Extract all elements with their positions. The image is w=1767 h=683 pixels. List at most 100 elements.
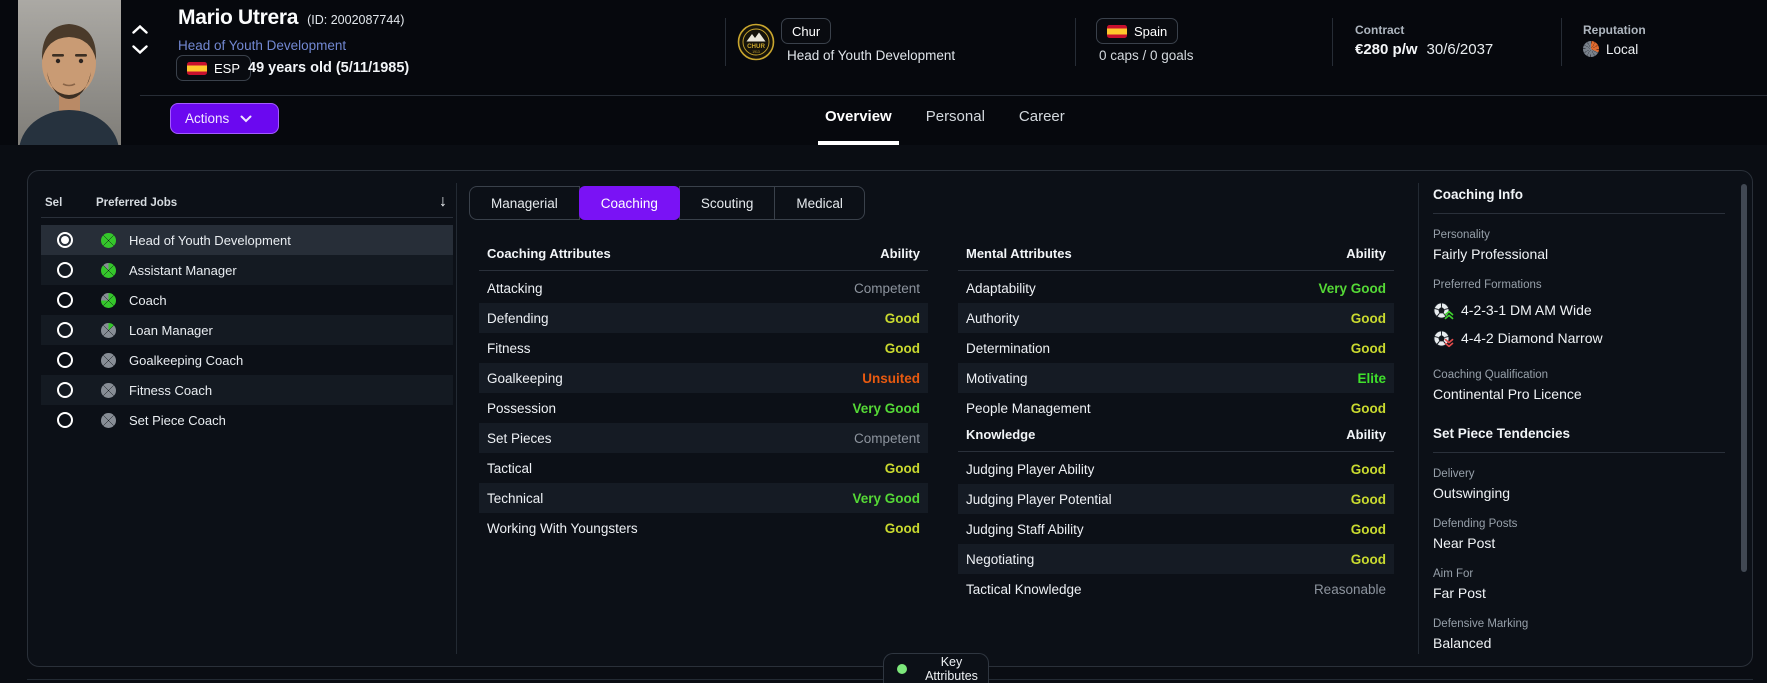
job-label: Loan Manager bbox=[129, 322, 213, 338]
attribute-row: Judging Player Potential Good bbox=[958, 484, 1394, 514]
attribute-value: Good bbox=[1350, 400, 1386, 416]
personality-value: Fairly Professional bbox=[1433, 246, 1549, 262]
job-row[interactable]: Assistant Manager bbox=[41, 255, 453, 285]
knowledge-title: Knowledge bbox=[966, 427, 1036, 442]
attribute-value: Good bbox=[884, 520, 920, 536]
tab-overview[interactable]: Overview bbox=[818, 102, 899, 145]
previous-person-button[interactable] bbox=[131, 22, 149, 36]
attribute-category-tabs: Managerial Coaching Scouting Medical bbox=[469, 186, 865, 220]
category-tab-coaching[interactable]: Coaching bbox=[578, 186, 680, 220]
formation-name: 4-2-3-1 DM AM Wide bbox=[1461, 302, 1592, 318]
nationality-chip[interactable]: ESP bbox=[176, 55, 252, 81]
spain-flag-icon bbox=[187, 61, 207, 75]
person-header: Mario Utrera (ID: 2002087744) Head of Yo… bbox=[0, 0, 1767, 145]
personality-label: Personality bbox=[1433, 229, 1490, 241]
attribute-name: Goalkeeping bbox=[487, 370, 563, 386]
attribute-name: Determination bbox=[966, 340, 1051, 356]
attribute-value: Good bbox=[1350, 461, 1386, 477]
overview-card: Sel Preferred Jobs ↓ Head of Youth Devel… bbox=[27, 170, 1753, 667]
job-radio[interactable] bbox=[57, 262, 73, 278]
chevron-up-icon bbox=[132, 22, 148, 37]
club-badge-year: 1913 bbox=[752, 50, 760, 54]
nation-chip[interactable]: Spain bbox=[1096, 18, 1179, 44]
job-fit-pie-icon bbox=[101, 292, 116, 308]
tendency-value: Far Post bbox=[1433, 585, 1486, 601]
mental-attributes-title: Mental Attributes bbox=[966, 246, 1072, 261]
job-fit-pie-icon bbox=[101, 352, 116, 368]
attribute-name: Judging Player Potential bbox=[966, 491, 1112, 507]
attribute-row: Motivating Elite bbox=[958, 363, 1394, 393]
attribute-row: Goalkeeping Unsuited bbox=[479, 363, 928, 393]
coaching-attribute-rows: Attacking Competent Defending Good Fitness Go… bbox=[479, 273, 928, 543]
trend-down-icon bbox=[1444, 335, 1454, 351]
role-link[interactable]: Head of Youth Development bbox=[178, 38, 346, 53]
job-radio[interactable] bbox=[57, 322, 73, 338]
job-row[interactable]: Head of Youth Development bbox=[41, 225, 453, 255]
job-row[interactable]: Coach bbox=[41, 285, 453, 315]
info-panel-scrollbar[interactable] bbox=[1741, 184, 1747, 572]
qualification-group: Coaching Qualification Continental Pro L… bbox=[1433, 369, 1725, 402]
formation-name: 4-4-2 Diamond Narrow bbox=[1461, 330, 1603, 346]
header-separator bbox=[140, 95, 1767, 96]
job-radio[interactable] bbox=[57, 382, 73, 398]
job-row[interactable]: Loan Manager bbox=[41, 315, 453, 345]
tab-personal[interactable]: Personal bbox=[926, 102, 985, 145]
club-chip[interactable]: Chur bbox=[781, 18, 832, 44]
contract-label: Contract bbox=[1355, 23, 1405, 37]
category-tab-managerial[interactable]: Managerial bbox=[469, 186, 580, 220]
sort-descending-icon[interactable]: ↓ bbox=[439, 193, 447, 211]
job-radio[interactable] bbox=[57, 292, 73, 308]
job-radio[interactable] bbox=[57, 232, 73, 248]
category-tab-medical[interactable]: Medical bbox=[774, 186, 865, 220]
preferred-jobs-list: Head of Youth Development Assistant Manag… bbox=[41, 225, 453, 435]
attribute-name: Adaptability bbox=[966, 280, 1036, 296]
knowledge-rows: Judging Player Ability Good Judging Player… bbox=[958, 454, 1394, 604]
job-fit-pie-icon bbox=[101, 262, 116, 278]
avatar bbox=[18, 0, 121, 145]
job-row[interactable]: Fitness Coach bbox=[41, 375, 453, 405]
contract-expiry: 30/6/2037 bbox=[1426, 41, 1494, 58]
header-divider bbox=[1561, 18, 1562, 66]
attribute-name: Motivating bbox=[966, 370, 1028, 386]
actions-button[interactable]: Actions bbox=[170, 103, 279, 134]
club-name: Chur bbox=[792, 23, 821, 39]
job-radio[interactable] bbox=[57, 352, 73, 368]
attribute-row: Tactical Good bbox=[479, 453, 928, 483]
key-attributes-legend[interactable]: Key Attributes bbox=[883, 653, 989, 683]
jobs-col-preferred: Preferred Jobs bbox=[96, 197, 178, 209]
job-radio[interactable] bbox=[57, 412, 73, 428]
tab-career[interactable]: Career bbox=[1019, 102, 1065, 145]
club-badge-icon: CHUR 1913 bbox=[737, 23, 775, 66]
club-role: Head of Youth Development bbox=[787, 48, 956, 63]
attribute-value: Very Good bbox=[852, 400, 920, 416]
football-icon bbox=[1433, 301, 1454, 319]
job-fit-pie-icon bbox=[101, 382, 116, 398]
reputation-label: Reputation bbox=[1583, 23, 1646, 37]
next-person-button[interactable] bbox=[131, 42, 149, 56]
attribute-name: Negotiating bbox=[966, 551, 1035, 567]
job-label: Goalkeeping Coach bbox=[129, 352, 244, 368]
coaching-attributes-table: Coaching Attributes Ability Attacking Com… bbox=[479, 246, 928, 543]
job-row[interactable]: Set Piece Coach bbox=[41, 405, 453, 435]
job-label: Head of Youth Development bbox=[129, 232, 291, 248]
key-attributes-label: Key Attributes bbox=[925, 654, 978, 683]
key-attribute-dot-icon bbox=[897, 663, 907, 674]
tendency-value: Outswinging bbox=[1433, 485, 1511, 501]
trend-up-icon bbox=[1444, 307, 1454, 323]
attribute-value: Good bbox=[1350, 521, 1386, 537]
attribute-name: Judging Player Ability bbox=[966, 461, 1095, 477]
attribute-row: Working With Youngsters Good bbox=[479, 513, 928, 543]
job-row[interactable]: Goalkeeping Coach bbox=[41, 345, 453, 375]
football-icon bbox=[1433, 329, 1454, 347]
tendency-label: Defensive Marking bbox=[1433, 618, 1529, 630]
tendency-value: Near Post bbox=[1433, 535, 1496, 551]
header-divider bbox=[1075, 18, 1076, 66]
header-divider bbox=[1332, 18, 1333, 66]
actions-button-label: Actions bbox=[185, 111, 230, 126]
nation-name: Spain bbox=[1134, 23, 1168, 39]
attribute-row: Technical Very Good bbox=[479, 483, 928, 513]
attribute-row: Defending Good bbox=[479, 303, 928, 333]
preferred-formations-group: Preferred Formations 4-2-3-1 DM AM Wide … bbox=[1433, 279, 1725, 352]
spain-flag-icon bbox=[1107, 24, 1127, 38]
category-tab-scouting[interactable]: Scouting bbox=[678, 186, 776, 220]
